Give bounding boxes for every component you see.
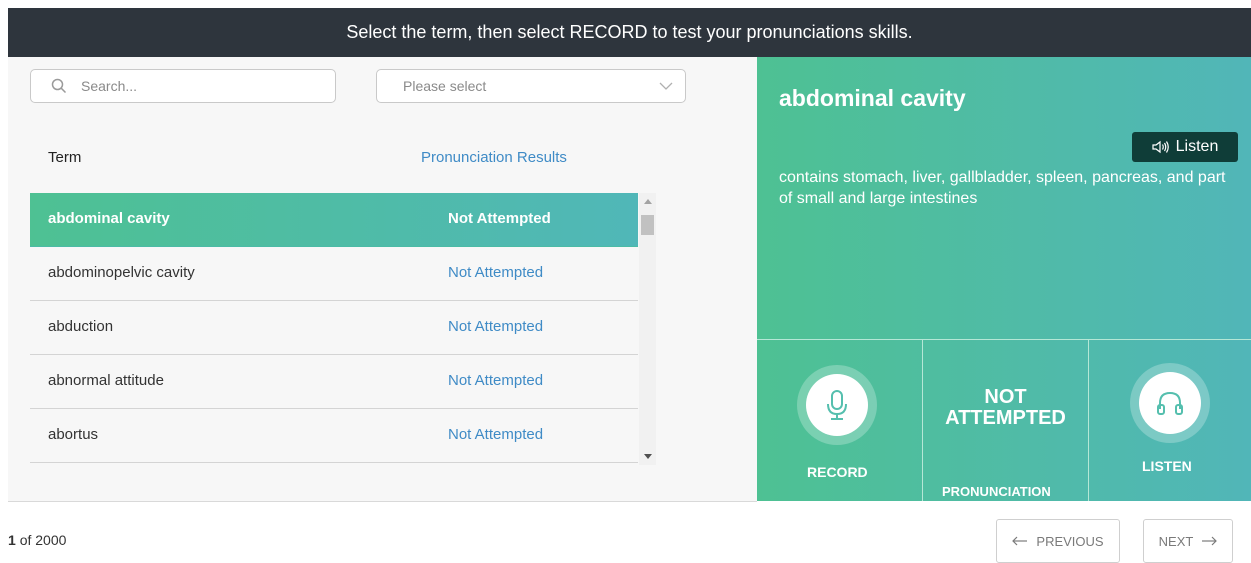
- scrollbar-thumb[interactable]: [641, 215, 654, 235]
- term-definition: contains stomach, liver, gallbladder, sp…: [779, 169, 1226, 207]
- search-icon: [51, 78, 67, 94]
- term-row[interactable]: abduction Not Attempted: [30, 301, 638, 355]
- pronunciation-label: PRONUNCIATION: [942, 484, 1051, 499]
- list-scrollbar[interactable]: [639, 193, 656, 465]
- record-button-inner[interactable]: [806, 374, 868, 436]
- search-box[interactable]: [30, 69, 336, 103]
- term-name: abdominopelvic cavity: [48, 264, 195, 281]
- speaker-icon: [1152, 140, 1169, 154]
- total-pages: of 2000: [19, 532, 67, 548]
- term-result: Not Attempted: [448, 264, 544, 281]
- instruction-text: Select the term, then select RECORD to t…: [346, 22, 913, 42]
- listen-recording-button-inner[interactable]: [1139, 372, 1201, 434]
- status-line-2: ATTEMPTED: [945, 407, 1066, 429]
- scroll-up-arrow-icon[interactable]: [639, 193, 656, 210]
- term-row[interactable]: abdominopelvic cavity Not Attempted: [30, 247, 638, 301]
- listen-recording-button[interactable]: [1130, 363, 1210, 443]
- arrow-right-icon: [1202, 536, 1218, 546]
- term-name: abduction: [48, 318, 114, 335]
- column-header-results[interactable]: Pronunciation Results: [421, 149, 567, 166]
- term-title: abdominal cavity: [779, 85, 966, 111]
- term-detail-panel: abdominal cavity Listen contains stomach…: [757, 57, 1251, 501]
- category-select-value: Please select: [403, 78, 487, 94]
- microphone-icon: [827, 390, 847, 420]
- divider: [1088, 339, 1089, 501]
- chevron-down-icon: [659, 82, 673, 90]
- term-result: Not Attempted: [448, 372, 544, 389]
- previous-label: PREVIOUS: [1036, 533, 1104, 549]
- term-name: abnormal attitude: [48, 372, 164, 389]
- current-page: 1: [8, 532, 16, 548]
- term-name: abortus: [48, 426, 99, 443]
- status-line-1: NOT: [984, 386, 1027, 408]
- instruction-banner: Select the term, then select RECORD to t…: [8, 8, 1251, 57]
- category-select[interactable]: Please select: [376, 69, 686, 103]
- column-header-term: Term: [48, 149, 82, 166]
- scroll-down-arrow-icon[interactable]: [639, 448, 656, 465]
- headphones-icon: [1157, 391, 1183, 415]
- record-label: RECORD: [807, 464, 868, 480]
- previous-button[interactable]: PREVIOUS: [996, 519, 1120, 563]
- term-list: abdominal cavity Not Attempted abdominop…: [30, 193, 638, 465]
- divider: [757, 339, 1251, 340]
- page-indicator: 1 of 2000: [8, 532, 66, 548]
- record-button[interactable]: [797, 365, 877, 445]
- term-result: Not Attempted: [448, 318, 544, 335]
- term-name: abdominal cavity: [48, 210, 170, 227]
- term-row[interactable]: abnormal attitude Not Attempted: [30, 355, 638, 409]
- term-result: Not Attempted: [448, 210, 551, 227]
- next-button[interactable]: NEXT: [1143, 519, 1233, 563]
- listen-label: LISTEN: [1142, 458, 1192, 474]
- listen-button[interactable]: Listen: [1132, 132, 1238, 162]
- term-result: Not Attempted: [448, 426, 544, 443]
- term-row[interactable]: abortus Not Attempted: [30, 409, 638, 463]
- pronunciation-status: NOT ATTEMPTED: [923, 387, 1088, 429]
- next-label: NEXT: [1158, 533, 1194, 549]
- listen-button-label: Listen: [1175, 138, 1219, 155]
- search-input[interactable]: [79, 77, 303, 95]
- term-list-panel: Please select Term Pronunciation Results…: [8, 57, 757, 502]
- term-row-selected[interactable]: abdominal cavity Not Attempted: [30, 193, 638, 247]
- arrow-left-icon: [1012, 536, 1028, 546]
